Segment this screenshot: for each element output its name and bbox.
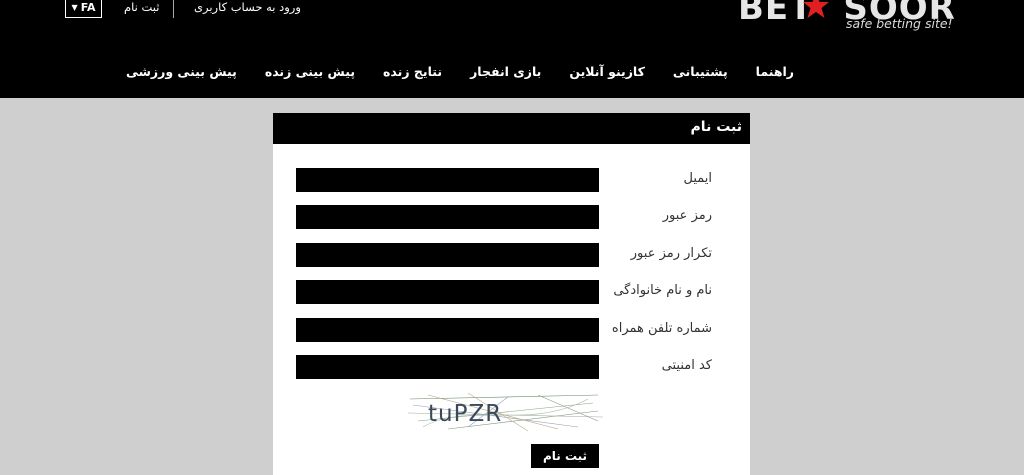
password-row: رمز عبور <box>273 205 750 229</box>
language-label: FA <box>80 0 96 14</box>
nav-item-support[interactable]: پشتیبانی <box>673 64 728 84</box>
register-panel: ثبت نام ایمیل رمز عبور تکرار رمز عبور نا… <box>273 113 750 475</box>
security-code-row: کد امنیتی <box>273 355 750 379</box>
register-panel-title: ثبت نام <box>690 119 742 135</box>
nav-item-live-results[interactable]: نتایج زنده <box>383 64 442 84</box>
email-row: ایمیل <box>273 168 750 192</box>
main-nav: پیش بینی ورزشی پیش بینی زنده نتایج زنده … <box>126 64 794 84</box>
phone-row: شماره تلفن همراه <box>273 318 750 342</box>
nav-item-live-betting[interactable]: پیش بینی زنده <box>265 64 355 84</box>
email-field[interactable] <box>296 168 599 192</box>
nav-item-sports-betting[interactable]: پیش بینی ورزشی <box>126 64 237 84</box>
site-header: BET SOOR safe betting site! ▼ FA ثبت نام … <box>0 0 1024 98</box>
header-divider <box>173 0 174 18</box>
site-logo[interactable]: BET SOOR safe betting site! <box>738 0 958 34</box>
header-register-link[interactable]: ثبت نام <box>124 0 159 14</box>
nav-item-online-casino[interactable]: کازینو آنلاین <box>569 64 645 84</box>
password-confirm-row: تکرار رمز عبور <box>273 243 750 267</box>
security-code-label: کد امنیتی <box>661 358 712 373</box>
phone-field[interactable] <box>296 318 599 342</box>
fullname-row: نام و نام خانوادگی <box>273 280 750 304</box>
password-field[interactable] <box>296 205 599 229</box>
password-confirm-label: تکرار رمز عبور <box>630 246 712 261</box>
fullname-label: نام و نام خانوادگی <box>613 283 712 298</box>
logo-tagline: safe betting site! <box>846 16 953 31</box>
security-code-field[interactable] <box>296 355 599 379</box>
captcha-text: tuPZR <box>428 401 502 427</box>
language-selector[interactable]: ▼ FA <box>65 0 102 18</box>
password-confirm-field[interactable] <box>296 243 599 267</box>
nav-item-crash-game[interactable]: بازی انفجار <box>470 64 541 84</box>
caret-down-icon: ▼ <box>71 2 78 12</box>
password-label: رمز عبور <box>662 208 712 223</box>
star-icon <box>803 0 829 18</box>
register-submit-button[interactable]: ثبت نام <box>531 444 599 468</box>
header-login-link[interactable]: ورود به حساب کاربری <box>194 0 301 14</box>
register-panel-header: ثبت نام <box>273 113 750 144</box>
email-label: ایمیل <box>683 171 712 186</box>
captcha-image: tuPZR <box>408 391 603 433</box>
fullname-field[interactable] <box>296 280 599 304</box>
phone-label: شماره تلفن همراه <box>611 321 712 336</box>
nav-item-help[interactable]: راهنما <box>756 64 794 84</box>
